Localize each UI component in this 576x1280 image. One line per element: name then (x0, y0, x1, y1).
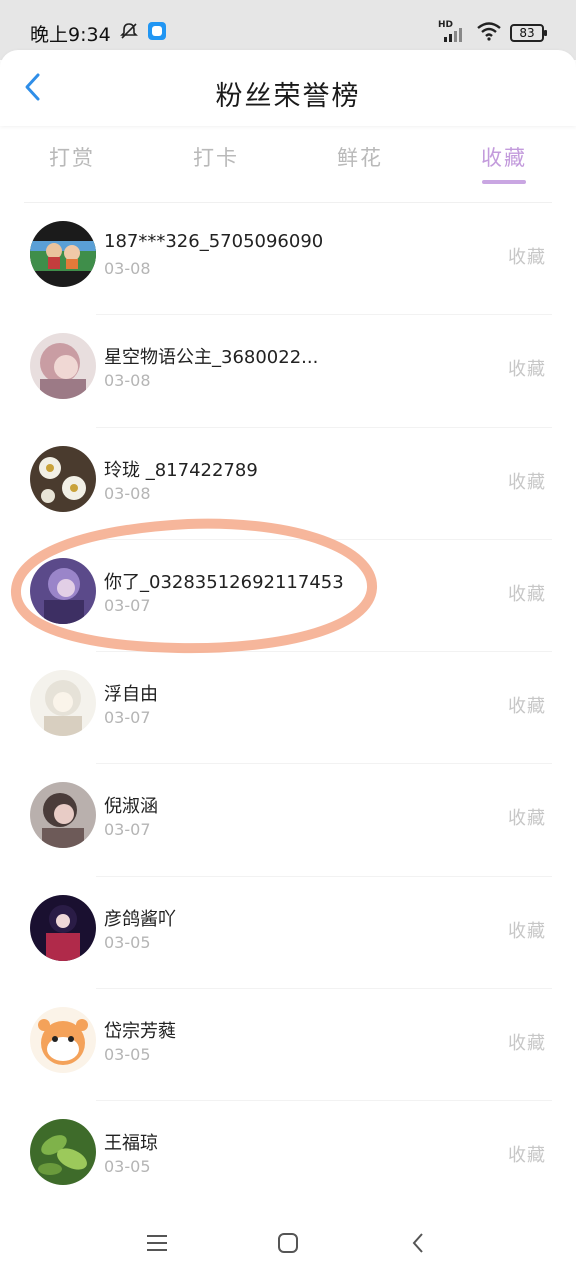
avatar[interactable] (30, 782, 96, 849)
back-nav-button[interactable] (403, 1230, 433, 1260)
wifi-icon (476, 21, 502, 45)
tab-reward[interactable]: 打赏 (0, 132, 144, 202)
fan-name: 你了_03283512692117453 (104, 571, 344, 593)
fan-date: 03-08 (104, 259, 151, 278)
list-item[interactable]: 倪淑涵 03-07 收藏 (0, 764, 576, 878)
fan-action: 收藏 (508, 920, 546, 942)
avatar[interactable] (30, 557, 96, 624)
fan-action: 收藏 (508, 471, 546, 493)
tab-bar: 打赏 打卡 鲜花 收藏 (0, 132, 576, 202)
tab-favorites[interactable]: 收藏 (432, 132, 576, 202)
fan-action: 收藏 (508, 1033, 546, 1055)
signal-icon: HD (438, 20, 468, 44)
status-right: HD 83 (438, 20, 547, 46)
menu-icon (145, 1233, 169, 1257)
system-nav-bar (0, 1210, 576, 1280)
fan-name: 倪淑涵 (104, 796, 158, 818)
fan-name: 星空物语公主_3680022... (104, 347, 319, 369)
avatar[interactable] (30, 1119, 96, 1186)
fan-date: 03-07 (104, 595, 151, 615)
list-item[interactable]: 星空物语公主_3680022... 03-08 收藏 (0, 315, 576, 428)
avatar[interactable] (30, 670, 96, 737)
fan-action: 收藏 (508, 696, 546, 718)
list-item[interactable]: 浮自由 03-07 收藏 (0, 652, 576, 765)
battery-icon: 83 (510, 24, 547, 42)
avatar[interactable] (30, 221, 96, 287)
fan-date: 03-05 (104, 1157, 151, 1177)
fan-date: 03-05 (104, 1045, 151, 1065)
fan-date: 03-05 (104, 932, 151, 952)
fan-name: 187***326_5705096090 (104, 231, 324, 252)
fan-action: 收藏 (508, 247, 546, 268)
avatar[interactable] (30, 894, 96, 961)
list-item[interactable]: 岱宗芳蕤 03-05 收藏 (0, 989, 576, 1102)
fan-action: 收藏 (508, 583, 546, 605)
fan-name: 岱宗芳蕤 (104, 1021, 176, 1043)
list-item[interactable]: 彦鸽酱吖 03-05 收藏 (0, 877, 576, 990)
app-notification-icon (147, 21, 167, 46)
menu-button[interactable] (142, 1230, 172, 1260)
status-left: 晚上9:34 (30, 20, 167, 46)
list-item[interactable]: 玲珑 _817422789 03-08 收藏 (0, 428, 576, 541)
fan-name: 彦鸽酱吖 (104, 908, 176, 930)
header: 粉丝荣誉榜 (0, 50, 576, 126)
mute-icon (119, 21, 139, 46)
fan-date: 03-07 (104, 708, 151, 728)
fan-action: 收藏 (508, 359, 546, 381)
home-icon (277, 1232, 299, 1258)
home-button[interactable] (273, 1230, 303, 1260)
fan-name: 浮自由 (104, 684, 158, 706)
tab-checkin[interactable]: 打卡 (144, 132, 288, 202)
avatar[interactable] (30, 1007, 96, 1074)
list-item[interactable]: 王福琼 03-05 收藏 (0, 1101, 576, 1214)
tab-flowers[interactable]: 鲜花 (288, 132, 432, 202)
avatar[interactable] (30, 445, 96, 512)
fan-date: 03-08 (104, 371, 151, 391)
fan-action: 收藏 (508, 808, 546, 830)
list-item[interactable]: 187***326_5705096090 03-08 收藏 (0, 203, 576, 316)
fan-list: 187***326_5705096090 03-08 收藏 星空物语公主_368… (0, 203, 576, 1214)
list-item[interactable]: 你了_03283512692117453 03-07 收藏 (0, 540, 576, 653)
fan-date: 03-07 (104, 820, 151, 840)
page-title: 粉丝荣誉榜 (215, 81, 361, 112)
fan-name: 王福琼 (104, 1133, 158, 1155)
avatar[interactable] (30, 333, 96, 400)
chevron-left-icon (410, 1232, 426, 1258)
fan-name: 玲珑 _817422789 (104, 459, 258, 481)
status-time: 晚上9:34 (30, 23, 111, 46)
fan-action: 收藏 (508, 1145, 546, 1167)
fan-date: 03-08 (104, 483, 151, 503)
